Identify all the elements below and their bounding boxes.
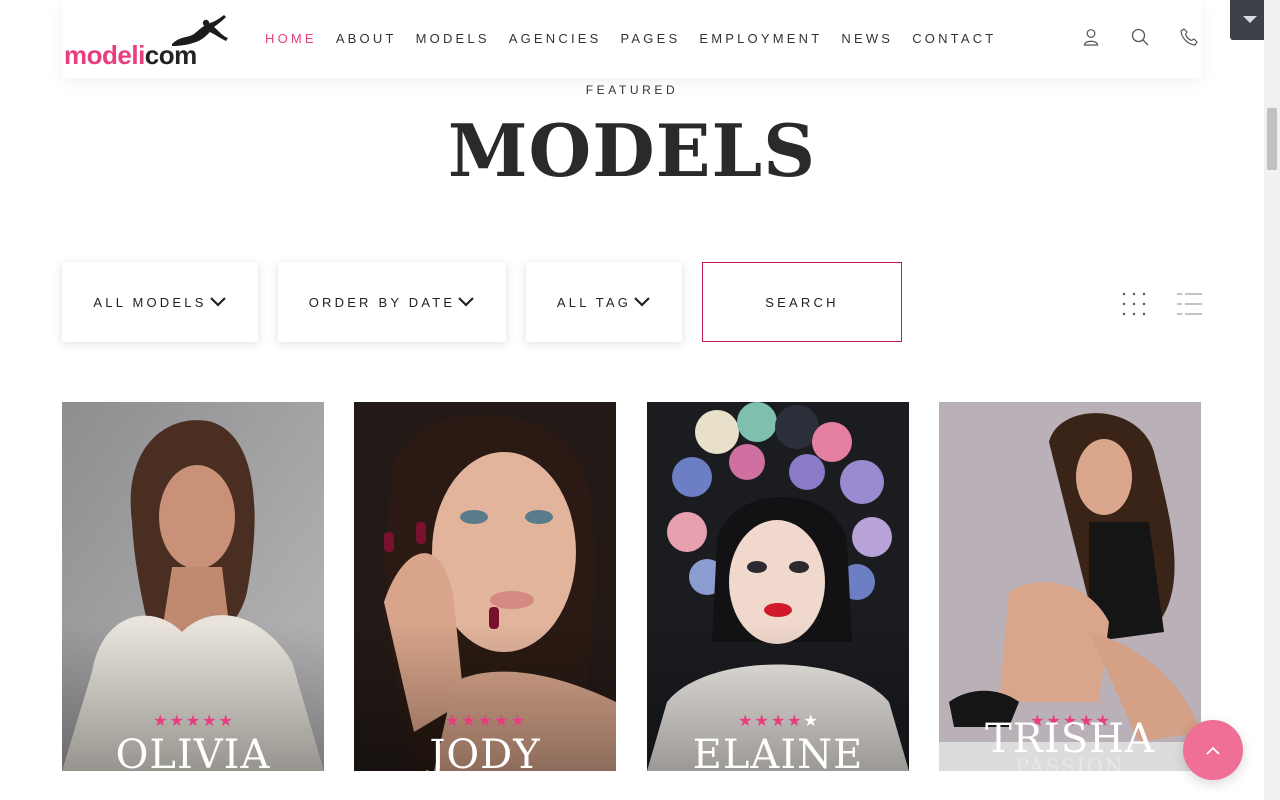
nav-models[interactable]: MODELS — [416, 31, 490, 46]
nav-news[interactable]: NEWS — [841, 31, 893, 46]
triangle-down-icon — [1243, 16, 1257, 23]
models-filter-select[interactable]: ALL MODELS — [62, 262, 258, 342]
model-name: ELAINE — [692, 732, 864, 771]
star-icon: ★ — [202, 711, 217, 730]
arrow-up-icon — [1206, 746, 1220, 755]
nav-agencies[interactable]: AGENCIES — [509, 31, 602, 46]
model-card[interactable]: ★ ★ ★ ★ ★ JODY — [354, 402, 616, 771]
star-icon: ★ — [803, 711, 818, 730]
model-subname: PASSION — [1015, 754, 1125, 771]
star-icon: ★ — [770, 711, 786, 730]
chevron-down-icon — [634, 297, 650, 307]
star-icon: ★ — [494, 711, 509, 730]
search-icon[interactable] — [1130, 27, 1150, 47]
site-header: modelicom HOME ABOUT MODELS AGENCIES PAG… — [62, 0, 1202, 78]
model-card[interactable]: ★ ★ ★ ★ ★ TRISHA PASSION — [939, 402, 1201, 771]
order-filter-select[interactable]: ORDER BY DATE — [278, 262, 506, 342]
main-nav: HOME ABOUT MODELS AGENCIES PAGES EMPLOYM… — [265, 31, 1015, 46]
nav-about[interactable]: ABOUT — [336, 31, 397, 46]
order-filter-label: ORDER BY DATE — [308, 294, 456, 310]
star-icon: ★ — [461, 711, 476, 730]
nav-employment[interactable]: EMPLOYMENT — [699, 31, 822, 46]
chevron-down-icon — [209, 297, 226, 307]
logo-text-part1: modeli — [64, 40, 145, 70]
logo-silhouette-icon — [172, 15, 228, 46]
page-scrollbar[interactable] — [1264, 0, 1280, 800]
star-icon: ★ — [477, 711, 493, 730]
site-logo[interactable]: modelicom — [64, 14, 234, 70]
nav-contact[interactable]: CONTACT — [912, 31, 996, 46]
nav-pages[interactable]: PAGES — [621, 31, 681, 46]
star-icon: ★ — [787, 711, 802, 730]
model-name: JODY — [429, 732, 541, 771]
rating-stars: ★ ★ ★ ★ ★ — [62, 711, 324, 730]
model-card[interactable]: ★ ★ ★ ★ ★ OLIVIA — [62, 402, 324, 771]
model-name: OLIVIA — [115, 732, 271, 771]
scrollbar-thumb[interactable] — [1267, 108, 1277, 170]
tag-filter-select[interactable]: ALL TAG — [526, 262, 682, 342]
phone-icon[interactable] — [1179, 27, 1199, 47]
star-icon: ★ — [738, 711, 753, 730]
rating-stars: ★ ★ ★ ★ ★ — [354, 711, 616, 730]
models-filter-label: ALL MODELS — [93, 294, 207, 310]
star-icon: ★ — [185, 711, 201, 730]
star-icon: ★ — [445, 711, 460, 730]
rating-stars: ★ ★ ★ ★ ★ — [647, 711, 909, 730]
list-view-icon[interactable] — [1177, 291, 1203, 317]
star-icon: ★ — [754, 711, 769, 730]
star-icon: ★ — [169, 711, 184, 730]
nav-home[interactable]: HOME — [265, 31, 317, 46]
star-icon: ★ — [153, 711, 168, 730]
model-card[interactable]: ★ ★ ★ ★ ★ ELAINE — [647, 402, 909, 771]
grid-view-icon[interactable] — [1121, 291, 1147, 317]
search-button[interactable]: SEARCH — [702, 262, 902, 342]
chevron-down-icon — [458, 297, 475, 307]
tag-filter-label: ALL TAG — [556, 294, 632, 310]
back-to-top-button[interactable] — [1183, 720, 1243, 780]
page-title: MODELS — [447, 108, 817, 193]
section-eyebrow: FEATURED — [585, 83, 679, 97]
star-icon: ★ — [510, 711, 525, 730]
star-icon: ★ — [218, 711, 233, 730]
user-icon[interactable] — [1081, 27, 1101, 47]
